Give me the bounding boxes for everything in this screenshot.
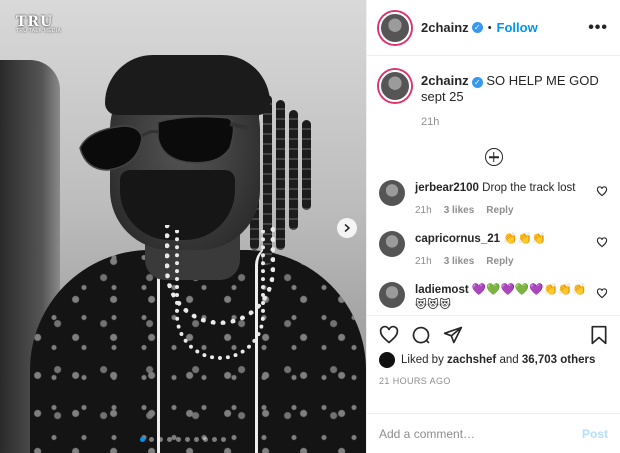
watermark-sub: TRU TALK MEDIA bbox=[16, 28, 62, 34]
post-photo[interactable]: TRU TRU TALK MEDIA bbox=[0, 0, 366, 453]
dreadlock bbox=[289, 110, 298, 230]
likes-user[interactable]: zachshef bbox=[447, 354, 496, 366]
heart-icon[interactable] bbox=[596, 288, 608, 299]
avatar[interactable] bbox=[379, 70, 411, 102]
comment-item: ladiemost 💜💚💜💚💜👏👏👏😻😻😻21h3 likesReply bbox=[379, 282, 608, 315]
share-icon[interactable] bbox=[443, 325, 463, 345]
post-timestamp[interactable]: 21 HOURS AGO bbox=[379, 376, 608, 386]
post-sidebar: 2chainz ✓ • Follow ••• 2chainz ✓ SO HELP … bbox=[366, 0, 620, 453]
hair bbox=[105, 55, 270, 115]
comment-list: jerbear2100 Drop the track lost 21h 3 like… bbox=[379, 180, 608, 315]
comment-username[interactable]: jerbear2100 bbox=[415, 182, 479, 194]
reply-button[interactable]: Reply bbox=[486, 205, 513, 216]
comment-likes[interactable]: 3 likes bbox=[444, 256, 475, 267]
caption-time[interactable]: 21h bbox=[421, 116, 608, 128]
post-actions: Liked by zachshef and 36,703 others 21 H… bbox=[367, 315, 620, 413]
verified-badge-icon: ✓ bbox=[471, 22, 483, 33]
comment-input[interactable] bbox=[379, 426, 582, 441]
follow-button[interactable]: Follow bbox=[497, 20, 538, 35]
carousel-next-button[interactable] bbox=[337, 218, 357, 238]
carousel-dot bbox=[203, 437, 208, 442]
carousel-dot bbox=[212, 437, 217, 442]
comment-icon[interactable] bbox=[411, 325, 431, 345]
chevron-right-icon bbox=[344, 223, 351, 233]
avatar[interactable] bbox=[379, 180, 405, 206]
instagram-post-window: TRU TRU TALK MEDIA 2chainz ✓ • Follow ••… bbox=[0, 0, 620, 453]
comment-item: jerbear2100 Drop the track lost 21h 3 like… bbox=[379, 180, 608, 216]
action-icons bbox=[379, 324, 608, 346]
caption-username[interactable]: 2chainz bbox=[421, 73, 469, 88]
likes-others[interactable]: 36,703 others bbox=[522, 354, 596, 366]
carousel-dot bbox=[221, 437, 226, 442]
plus-circle-icon[interactable] bbox=[484, 148, 503, 166]
likes-conj: and bbox=[499, 354, 519, 366]
dreadlock bbox=[302, 120, 311, 210]
post-button[interactable]: Post bbox=[582, 427, 608, 441]
comment-likes[interactable]: 3 likes bbox=[444, 205, 475, 216]
reply-button[interactable]: Reply bbox=[486, 256, 513, 267]
likes-prefix: Liked by bbox=[401, 354, 444, 366]
comment-username[interactable]: capricornus_21 bbox=[415, 233, 500, 245]
comment-text: Drop the track lost bbox=[482, 182, 576, 194]
carousel-dot bbox=[185, 437, 190, 442]
heart-icon[interactable] bbox=[596, 186, 608, 197]
carousel-dot bbox=[194, 437, 199, 442]
heart-icon[interactable] bbox=[596, 237, 608, 248]
comment-username[interactable]: ladiemost bbox=[415, 284, 469, 296]
header-username[interactable]: 2chainz bbox=[421, 20, 469, 35]
avatar[interactable] bbox=[379, 231, 405, 257]
avatar[interactable] bbox=[379, 11, 411, 44]
separator: • bbox=[487, 21, 492, 34]
chain-necklace bbox=[175, 230, 265, 360]
load-more-comments[interactable] bbox=[379, 148, 608, 166]
sunglasses bbox=[79, 115, 248, 171]
comment-time[interactable]: 21h bbox=[415, 205, 432, 216]
carousel-dot bbox=[140, 437, 145, 442]
verified-badge-icon: ✓ bbox=[471, 77, 483, 88]
more-options-icon[interactable]: ••• bbox=[588, 19, 608, 37]
post-header: 2chainz ✓ • Follow ••• bbox=[367, 0, 620, 56]
carousel-dots bbox=[0, 437, 366, 442]
caption: 2chainz ✓ SO HELP ME GOD sept 25 21h bbox=[379, 70, 608, 128]
shirt-piping bbox=[150, 270, 160, 453]
add-comment-bar: Post bbox=[367, 413, 620, 453]
dreadlock bbox=[276, 100, 285, 250]
bookmark-icon[interactable] bbox=[590, 325, 608, 345]
comment-text: 👏👏👏 bbox=[503, 233, 547, 245]
avatar[interactable] bbox=[379, 352, 395, 368]
avatar[interactable] bbox=[379, 282, 405, 308]
carousel-dot bbox=[149, 437, 154, 442]
comment-time[interactable]: 21h bbox=[415, 256, 432, 267]
comment-item: capricornus_21 👏👏👏 21h 3 likes Reply bbox=[379, 231, 608, 267]
heart-icon[interactable] bbox=[379, 325, 399, 345]
carousel-dot bbox=[167, 437, 172, 442]
watermark-logo: TRU TRU TALK MEDIA bbox=[16, 14, 61, 34]
comments-section[interactable]: 2chainz ✓ SO HELP ME GOD sept 25 21h jerb… bbox=[367, 56, 620, 315]
likes-summary: Liked by zachshef and 36,703 others bbox=[379, 352, 608, 368]
carousel-dot bbox=[158, 437, 163, 442]
carousel-dot bbox=[176, 437, 181, 442]
